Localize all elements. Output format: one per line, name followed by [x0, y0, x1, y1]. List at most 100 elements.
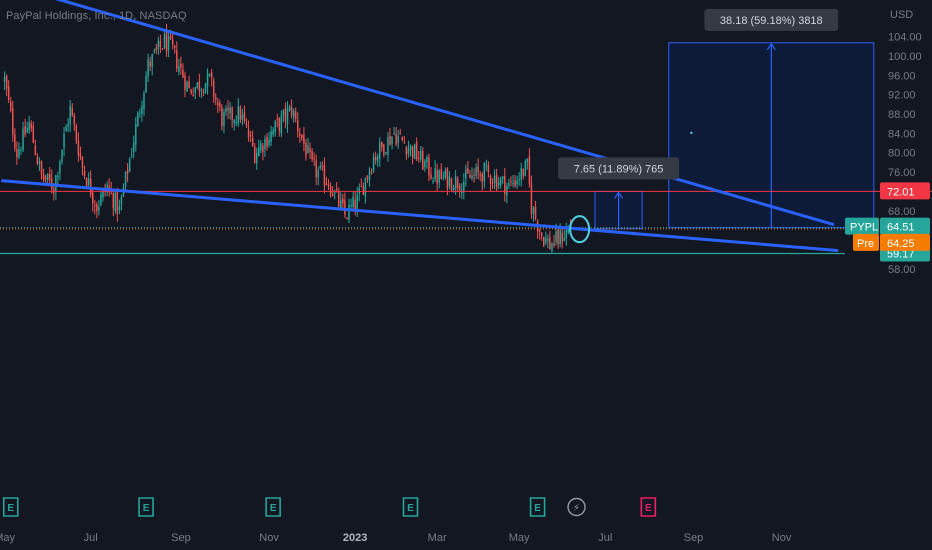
candle-body [397, 135, 399, 143]
candle-body [85, 178, 88, 187]
x-tick-label: Nov [772, 532, 792, 544]
candle-body [92, 192, 94, 204]
candle-body [327, 184, 330, 187]
candle-body [268, 139, 270, 145]
candle-body [530, 183, 533, 214]
candle-body [493, 175, 496, 184]
candle-body [272, 129, 274, 135]
earnings-marker-label: E [407, 503, 414, 514]
x-tick-label: Mar [428, 532, 447, 544]
candle-body [247, 128, 250, 138]
candle-body [249, 135, 252, 137]
candle-body [153, 50, 155, 52]
candle-body [7, 86, 10, 101]
y-tick-label: 104.00 [888, 32, 922, 44]
candle-body [506, 185, 508, 196]
candle-body [200, 89, 203, 92]
earnings-marker-label: E [270, 503, 277, 514]
candle-body [112, 192, 114, 208]
candle-body [40, 160, 43, 175]
candle-body [130, 154, 133, 157]
y-tick-label: 100.00 [888, 51, 922, 63]
x-tick-label: May [0, 532, 15, 544]
candle-body [212, 80, 215, 98]
candle-body [495, 174, 498, 189]
candle-body [77, 140, 80, 156]
candle-body [458, 185, 461, 191]
candle-body [225, 108, 227, 113]
candle-body [61, 149, 63, 162]
candle-body [319, 166, 322, 169]
candle-body [432, 181, 434, 183]
candle-body [407, 148, 410, 154]
candle-body [356, 195, 358, 210]
candle-body [204, 83, 207, 94]
candle-body [251, 138, 254, 146]
candle-body [473, 174, 475, 176]
candle-body [553, 243, 555, 246]
candle-body [471, 175, 473, 180]
candle-body [79, 153, 82, 158]
y-tick-label: 58.00 [888, 264, 916, 276]
candle-body [299, 133, 301, 136]
candle-body [260, 143, 262, 151]
candle-body [221, 106, 223, 127]
candle-body [335, 188, 338, 190]
candle-body [149, 61, 151, 67]
candle-body [124, 171, 127, 187]
y-tick-label: 76.00 [888, 167, 916, 179]
candle-body [475, 167, 477, 176]
candle-body [159, 40, 162, 47]
candle-body [118, 206, 121, 211]
candle-body [518, 179, 520, 181]
candle-body [266, 137, 268, 147]
candle-body [210, 71, 213, 78]
candle-body [196, 82, 199, 88]
candle-body [69, 105, 71, 124]
candle-body [489, 175, 492, 184]
candle-body [364, 178, 367, 197]
candle-body [479, 174, 481, 176]
candle-body [116, 190, 119, 214]
candle-body [543, 237, 545, 246]
candle-body [346, 217, 348, 219]
candle-body [3, 76, 6, 82]
y-tick-label: 92.00 [888, 90, 916, 102]
candle-body [32, 125, 35, 144]
candle-body [329, 186, 332, 195]
candle-body [282, 110, 285, 115]
pre-label: Pre [857, 238, 874, 250]
candle-body [350, 205, 352, 207]
candle-body [151, 53, 153, 67]
candle-body [561, 232, 563, 243]
candle-body [174, 45, 176, 48]
candle-body [215, 97, 217, 100]
candle-body [253, 146, 256, 163]
candle-body [547, 238, 549, 241]
candle-body [549, 236, 551, 250]
price-chart[interactable]: 7.65 (11.89%) 765 38.18 (59.18%) 3818 USD… [0, 0, 932, 550]
candle-body [446, 168, 449, 189]
candle-body [565, 229, 568, 239]
candle-body [145, 76, 147, 92]
candle-body [288, 106, 291, 111]
candle-body [274, 121, 276, 132]
candle-body [280, 115, 283, 134]
candle-body [381, 142, 383, 148]
candle-body [133, 142, 135, 153]
candle-body [497, 182, 500, 186]
candle-body [270, 131, 272, 142]
candle-body [415, 141, 418, 160]
candle-body [235, 121, 237, 124]
candle-body [171, 39, 174, 46]
candle-body [83, 171, 86, 176]
candle-body [309, 148, 311, 153]
candle-body [135, 124, 137, 145]
candle-body [223, 112, 225, 127]
candle-body [231, 107, 233, 121]
candle-body [126, 169, 129, 174]
candle-body [120, 197, 123, 204]
candle-body [440, 169, 442, 180]
candle-body [42, 174, 45, 180]
y-tick-label: 84.00 [888, 128, 916, 140]
